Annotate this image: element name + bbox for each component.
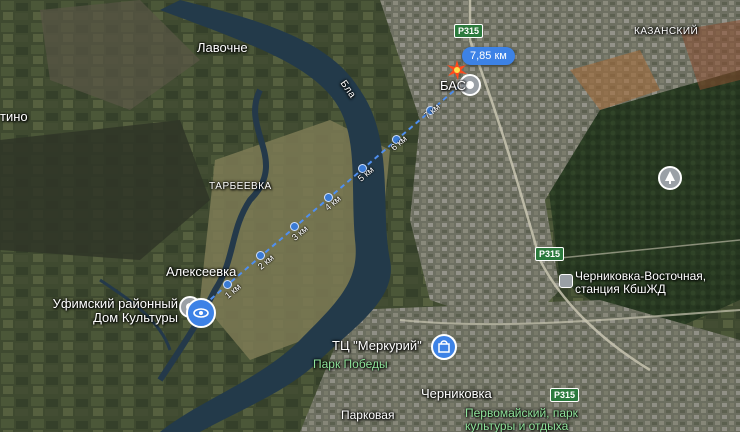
label-merkury: ТЦ "Меркурий" [332, 338, 422, 353]
label-kazansky: КАЗАНСКИЙ [634, 26, 699, 37]
label-station: Черниковка-Восточная, станция КбшЖД [575, 269, 706, 297]
label-pervomaysky: Первомайский, парк культуры и отдыха [465, 406, 578, 432]
label-dom-kultury: Уфимский районный Дом Культуры [38, 296, 178, 326]
shopping-bag-icon[interactable] [431, 334, 457, 360]
eye-icon[interactable] [186, 298, 216, 328]
label-bas: БАС [440, 78, 467, 93]
label-dom-kultury-line2: Дом Культуры [93, 310, 178, 326]
label-lavochne: Лавочне [197, 40, 248, 55]
label-parkovaya: Парковая [341, 408, 395, 422]
road-shield: P315 [535, 247, 565, 261]
satellite-map[interactable]: 1 км 2 км 3 км 4 км 5 км 6 км 7 км 7,85 … [0, 0, 740, 432]
label-tino: тино [0, 109, 28, 124]
label-chernikovka: Черниковка [421, 386, 492, 401]
train-icon[interactable] [559, 274, 573, 288]
road-shield: P315 [550, 388, 580, 402]
label-tarbeevka: ТАРБЕЕВКА [209, 181, 272, 192]
label-alekseevka: Алексеевка [166, 264, 237, 279]
label-station-line2: станция КбшЖД [575, 282, 666, 297]
label-park-pobedy: Парк Победы [313, 357, 388, 371]
distance-bubble: 7,85 км [462, 47, 515, 65]
tree-icon[interactable] [658, 166, 682, 190]
label-pervomaysky-line2: культуры и отдыха [465, 419, 569, 432]
road-shield: P315 [454, 24, 484, 38]
